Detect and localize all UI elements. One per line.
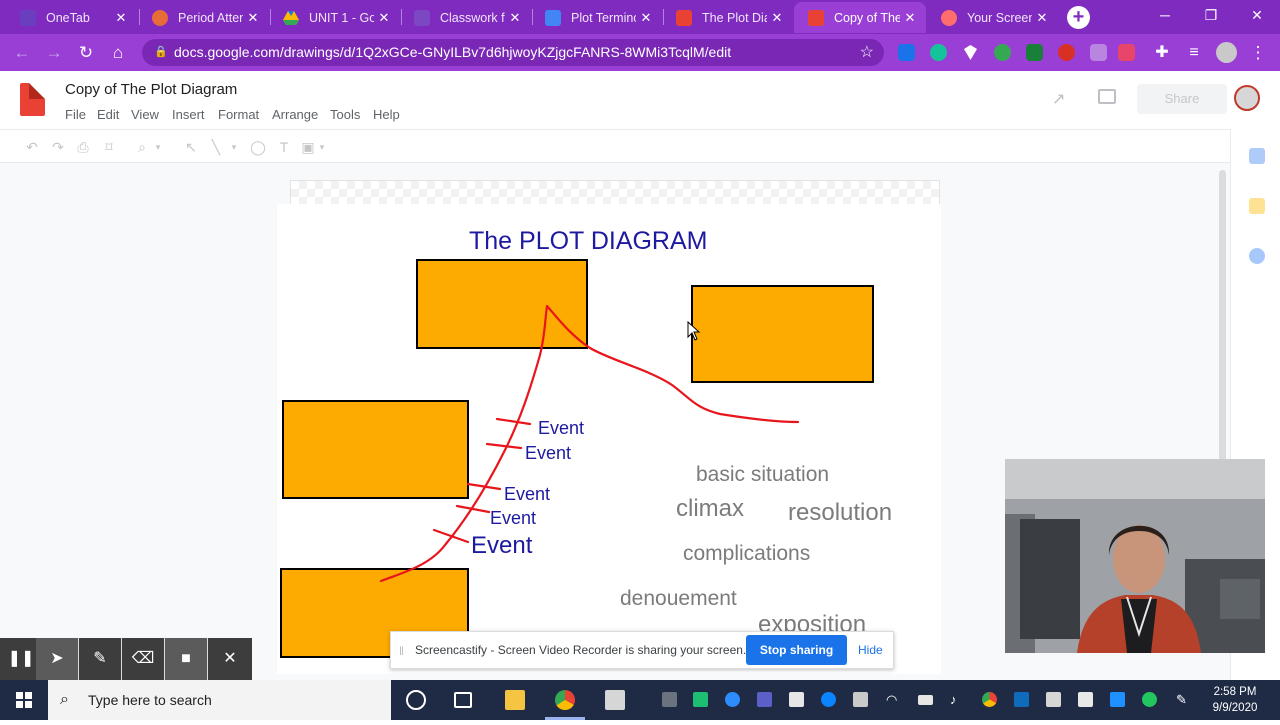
event-tick	[432, 528, 470, 544]
file-explorer-icon[interactable]	[505, 690, 525, 710]
cortana-icon[interactable]	[406, 690, 426, 710]
event-tick	[485, 442, 523, 450]
vertical-scrollbar[interactable]	[1219, 170, 1226, 480]
event-label: Event	[471, 532, 533, 559]
app-taskbar-icon[interactable]	[605, 690, 625, 710]
stop-sharing-button[interactable]: Stop sharing	[746, 635, 847, 665]
task-view-icon[interactable]	[454, 692, 472, 708]
windows-taskbar: ⌕ Type here to search ◠ ♪ ✎ 2:58 PM 9/9/…	[0, 680, 1280, 720]
event-label: Event	[504, 484, 551, 504]
term-denouement[interactable]: denouement	[620, 587, 737, 611]
camera-icon[interactable]: ■	[165, 638, 207, 680]
term-basic-situation[interactable]: basic situation	[696, 463, 829, 487]
webcam-video-image	[1005, 459, 1265, 653]
windows-logo-icon	[16, 692, 32, 708]
outlook-tray-icon[interactable]	[1014, 692, 1029, 707]
pen-icon[interactable]: ✎	[79, 638, 121, 680]
tasks-icon[interactable]	[1249, 248, 1265, 264]
tray-app-icon[interactable]	[1110, 692, 1125, 707]
event-tick	[495, 417, 532, 426]
pen-tray-icon[interactable]: ✎	[1176, 692, 1191, 707]
keep-icon[interactable]	[1249, 198, 1265, 214]
tray-app-icon[interactable]	[693, 692, 708, 707]
cursor-mode-icon[interactable]: ➤	[36, 638, 78, 680]
security-shield-icon[interactable]	[1046, 692, 1061, 707]
event-label: Event	[490, 508, 537, 528]
search-placeholder: Type here to search	[88, 692, 212, 708]
taskbar-search-box[interactable]: ⌕ Type here to search	[48, 680, 391, 720]
event-label: Event	[525, 443, 572, 463]
clock-time: 2:58 PM	[1213, 686, 1257, 698]
screen-sharing-bar: ‖ Screencastify - Screen Video Recorder …	[390, 631, 894, 669]
tray-app-icon[interactable]	[1078, 692, 1093, 707]
microphone-tray-icon[interactable]	[789, 692, 804, 707]
tray-app-icon[interactable]	[853, 692, 868, 707]
search-icon: ⌕	[60, 691, 69, 708]
event-label: Event	[538, 418, 585, 438]
clock-date: 9/9/2020	[1212, 702, 1258, 714]
webcam-overlay	[1005, 459, 1265, 653]
close-icon[interactable]: ✕	[208, 638, 252, 680]
onedrive-tray-icon[interactable]	[821, 692, 836, 707]
screencastify-control-bar: ❚❚ ➤ ✎ ⌫ ■ ✕	[0, 638, 252, 680]
term-complications[interactable]: complications	[683, 542, 810, 566]
term-climax[interactable]: climax	[676, 495, 744, 523]
teams-tray-icon[interactable]	[757, 692, 772, 707]
mouse-cursor-icon	[687, 321, 701, 341]
battery-icon[interactable]	[918, 695, 933, 705]
taskbar-clock[interactable]: 2:58 PM 9/9/2020	[1200, 684, 1270, 716]
windows-start-button[interactable]	[0, 680, 48, 720]
eraser-icon[interactable]: ⌫	[122, 638, 164, 680]
volume-icon[interactable]: ♪	[950, 692, 965, 707]
check-shield-icon[interactable]	[1142, 692, 1157, 707]
calendar-icon[interactable]	[1249, 148, 1265, 164]
chrome-taskbar-icon[interactable]	[555, 690, 575, 710]
drag-handle-icon[interactable]: ‖	[399, 644, 404, 658]
zoom-tray-icon[interactable]	[725, 692, 740, 707]
camera-tray-icon[interactable]	[662, 692, 677, 707]
hide-button[interactable]: Hide	[858, 635, 883, 665]
sharing-message: Screencastify - Screen Video Recorder is…	[415, 643, 747, 657]
wifi-icon[interactable]: ◠	[886, 692, 901, 707]
term-exposition[interactable]: exposition	[758, 611, 866, 631]
plot-arc-line	[379, 304, 800, 583]
term-resolution[interactable]: resolution	[788, 499, 892, 527]
chrome-tray-icon[interactable]	[982, 692, 997, 707]
